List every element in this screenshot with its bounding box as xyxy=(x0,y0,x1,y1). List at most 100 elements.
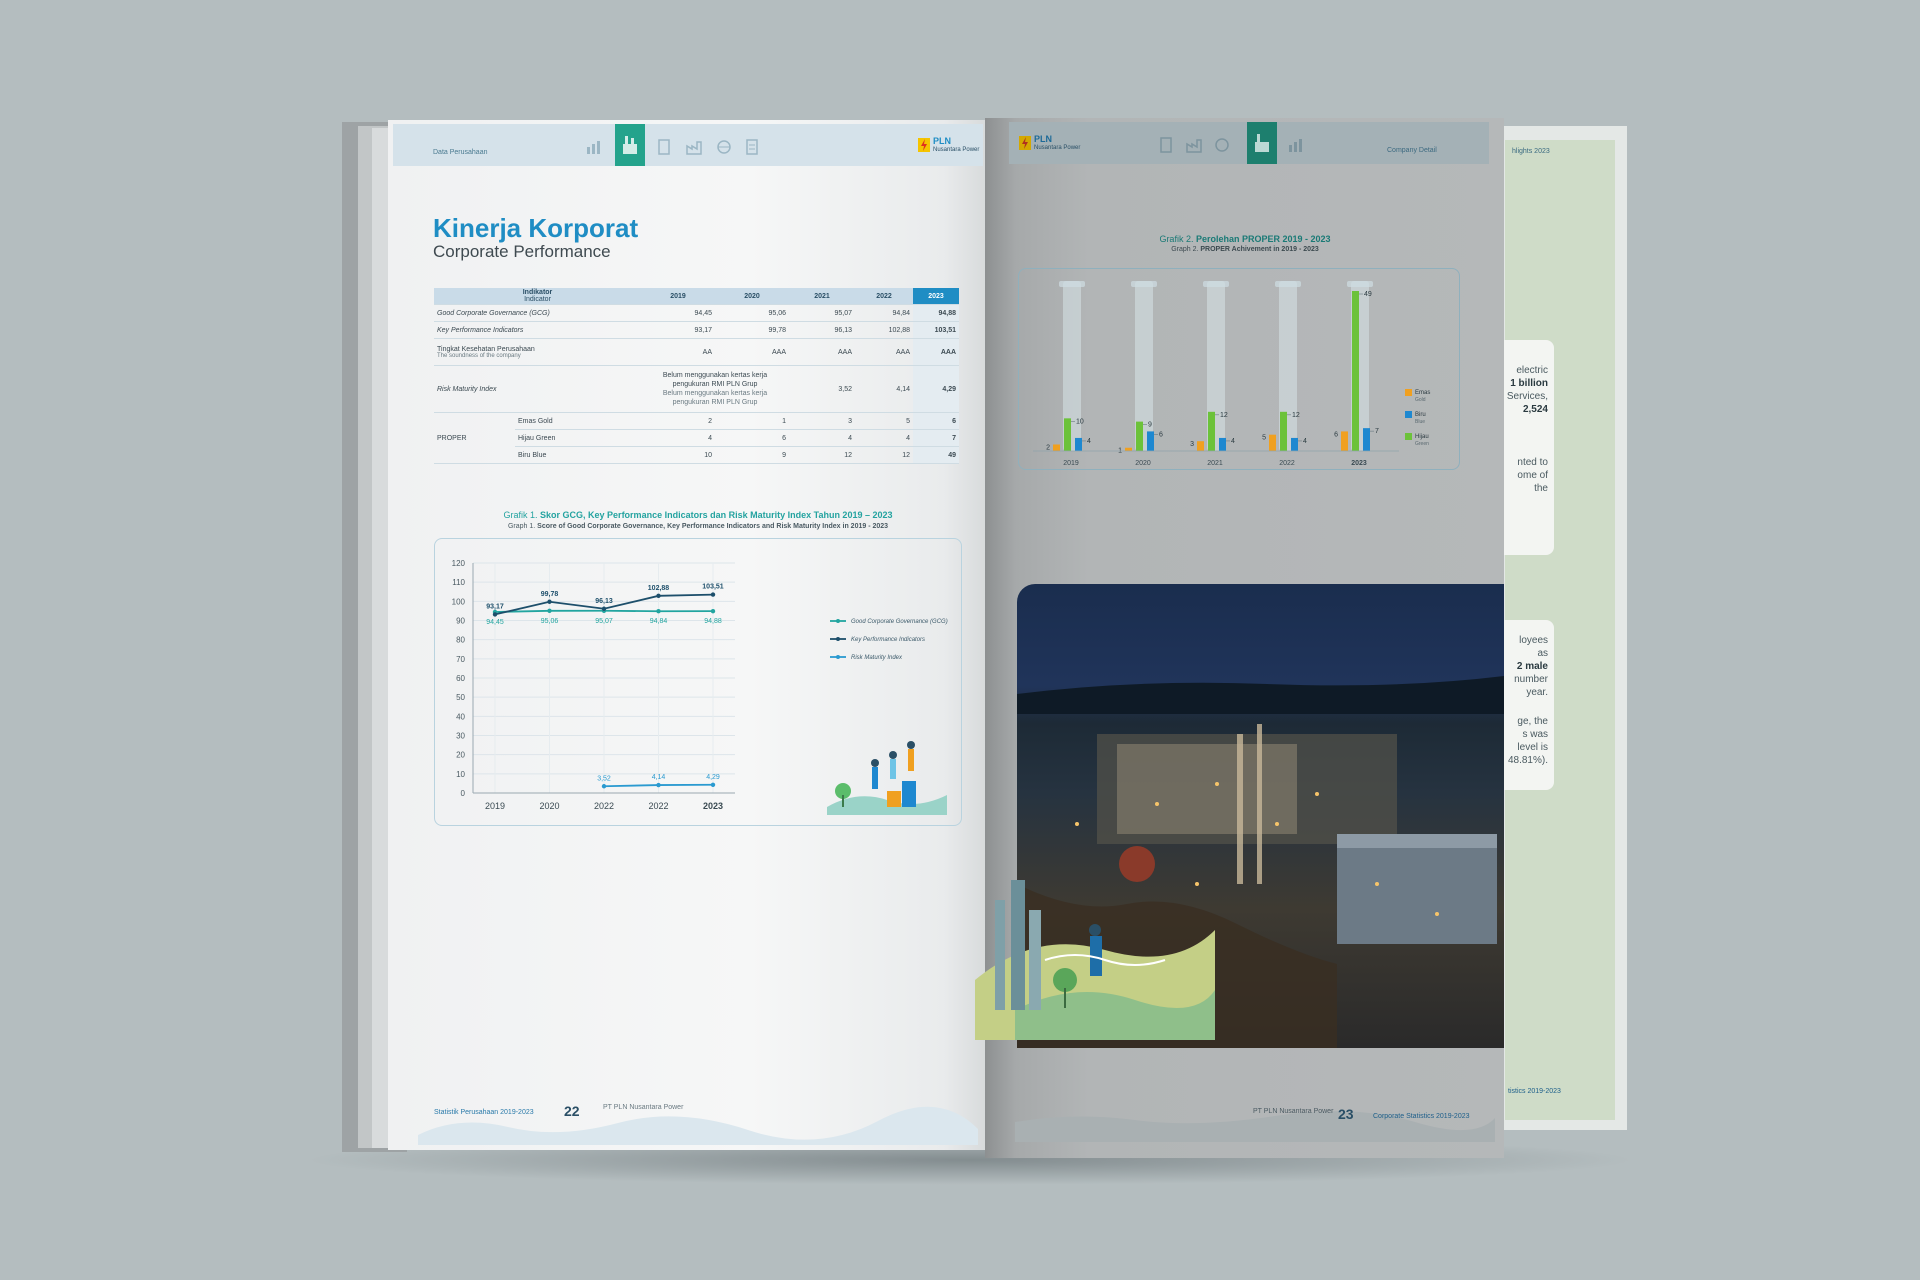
y-tick-label: 100 xyxy=(452,597,466,606)
y-tick-label: 60 xyxy=(456,674,465,683)
graph1-frame: 0 10 20 30 40 50 60 70 80 90 100 110 120 2019 2020 2022… xyxy=(434,538,962,826)
next-page-footer: tistics 2019-2023 xyxy=(1508,1088,1561,1095)
x-tick-label: 2022 xyxy=(594,801,614,811)
data-point xyxy=(547,599,552,604)
year-header: 2019 xyxy=(641,288,715,305)
table-header-row: Indikator Indicator 2019 2020 2021 2022 2… xyxy=(434,288,959,305)
graph1-subtitle: Graph 1. Score of Good Corporate Governa… xyxy=(507,523,889,530)
legend-swatch-dot xyxy=(836,655,840,659)
factory-icon xyxy=(1185,136,1203,154)
next-page-header: hlights 2023 xyxy=(1512,148,1550,155)
column-cap xyxy=(1275,281,1301,287)
lightning-icon xyxy=(1019,136,1031,150)
data-label: 94,84 xyxy=(650,618,668,625)
x-tick-label: 2021 xyxy=(1207,460,1223,467)
data-label: 4,14 xyxy=(652,774,666,781)
data-label: 7 xyxy=(1375,428,1379,435)
data-point xyxy=(656,609,661,614)
data-label: 6 xyxy=(1334,431,1338,438)
data-label: 94,88 xyxy=(704,618,722,625)
plant-icon xyxy=(1255,134,1269,152)
next-page-card: electric 1 billion Services, 2,524 nted … xyxy=(1504,340,1554,555)
page-title: Kinerja Korporat xyxy=(433,213,639,243)
year-header: 2023 xyxy=(913,288,959,305)
legend-swatch-dot xyxy=(836,619,840,623)
y-tick-label: 20 xyxy=(456,751,465,760)
factory-icon xyxy=(685,138,703,156)
data-label: 5 xyxy=(1262,435,1266,442)
year-header: 2020 xyxy=(715,288,789,305)
performance-table: Indikator Indicator 2019 2020 2021 2022 2… xyxy=(434,288,959,464)
legend-label-en: Blue xyxy=(1415,419,1425,425)
data-point xyxy=(492,612,498,617)
data-label: 103,51 xyxy=(702,584,724,591)
data-point xyxy=(547,608,552,614)
y-tick-label: 0 xyxy=(461,789,466,798)
table-row: Key Performance Indicators 93,17 99,78 9… xyxy=(434,321,959,339)
table-row: Risk Maturity Index Belum menggunakan ke… xyxy=(434,365,959,413)
list-icon xyxy=(743,138,761,156)
data-label: 3 xyxy=(1190,441,1194,448)
legend-label: Emas xyxy=(1415,390,1430,396)
page-header: PLN Nusantara Power Company Detail xyxy=(1009,122,1489,164)
lightning-icon xyxy=(918,138,930,152)
graph2-subtitle: Graph 2. PROPER Achivement in 2019 - 202… xyxy=(1171,246,1319,253)
data-point xyxy=(656,782,661,788)
data-point xyxy=(710,782,716,787)
data-label: 96,13 xyxy=(595,598,613,605)
data-point xyxy=(601,606,607,611)
data-label: 49 xyxy=(1364,291,1372,298)
y-tick-label: 40 xyxy=(456,712,465,721)
column-cap xyxy=(1347,281,1373,287)
legend-label: Biru xyxy=(1415,412,1426,418)
bar xyxy=(1291,437,1298,451)
legend-swatch xyxy=(1405,389,1412,396)
bar xyxy=(1053,444,1060,451)
x-tick-label: 2023 xyxy=(1351,460,1367,467)
y-tick-label: 10 xyxy=(456,770,465,779)
y-tick-label: 50 xyxy=(456,693,465,702)
data-label: 4 xyxy=(1087,438,1091,445)
year-header: 2021 xyxy=(789,288,855,305)
bar xyxy=(1125,447,1132,451)
data-label: 12 xyxy=(1292,412,1300,419)
section-label: Company Detail xyxy=(1387,147,1437,154)
legend-label: Risk Maturity Index xyxy=(851,655,903,661)
bar xyxy=(1136,421,1143,451)
legend-swatch xyxy=(1405,411,1412,418)
next-page-card: loyees as 2 male number year. ge, the s … xyxy=(1504,620,1554,790)
legend-label-en: Green xyxy=(1415,441,1429,447)
y-tick-label: 30 xyxy=(456,732,465,741)
data-label: 95,07 xyxy=(595,618,613,625)
data-label: 4 xyxy=(1231,438,1235,445)
legend-swatch-dot xyxy=(836,637,840,641)
data-label: 102,88 xyxy=(648,585,670,592)
x-tick-label: 2023 xyxy=(703,801,723,811)
data-label: 99,78 xyxy=(541,591,559,598)
legend-label: Hijau xyxy=(1415,434,1429,440)
bar xyxy=(1219,437,1226,451)
footer-company: PT PLN Nusantara Power xyxy=(603,1104,684,1111)
legend-swatch xyxy=(1405,433,1412,440)
y-tick-label: 90 xyxy=(456,617,465,626)
bar xyxy=(1280,411,1287,451)
bar xyxy=(1269,434,1276,451)
y-tick-label: 110 xyxy=(452,578,465,587)
pln-logo: PLN Nusantara Power xyxy=(1019,134,1080,158)
data-label: 93,17 xyxy=(486,603,504,610)
y-tick-label: 70 xyxy=(456,655,465,664)
graph2-title: Grafik 2. Perolehan PROPER 2019 - 2023 xyxy=(1159,234,1331,244)
y-tick-label: 80 xyxy=(456,636,465,645)
data-label: 9 xyxy=(1148,422,1152,429)
x-tick-label: 2020 xyxy=(1135,460,1151,467)
data-label: 95,06 xyxy=(541,618,559,625)
year-header: 2022 xyxy=(855,288,913,305)
bar xyxy=(1363,428,1370,451)
graph1-title: Grafik 1. Skor GCG, Key Performance Indi… xyxy=(503,510,893,520)
page-number: 22 xyxy=(564,1103,580,1119)
data-label: 6 xyxy=(1159,431,1163,438)
column-cap xyxy=(1203,281,1229,287)
data-point xyxy=(710,592,716,597)
graph2-frame: 210420191962020312420215124202264972023E… xyxy=(1018,268,1460,470)
globe-icon xyxy=(1213,136,1231,154)
